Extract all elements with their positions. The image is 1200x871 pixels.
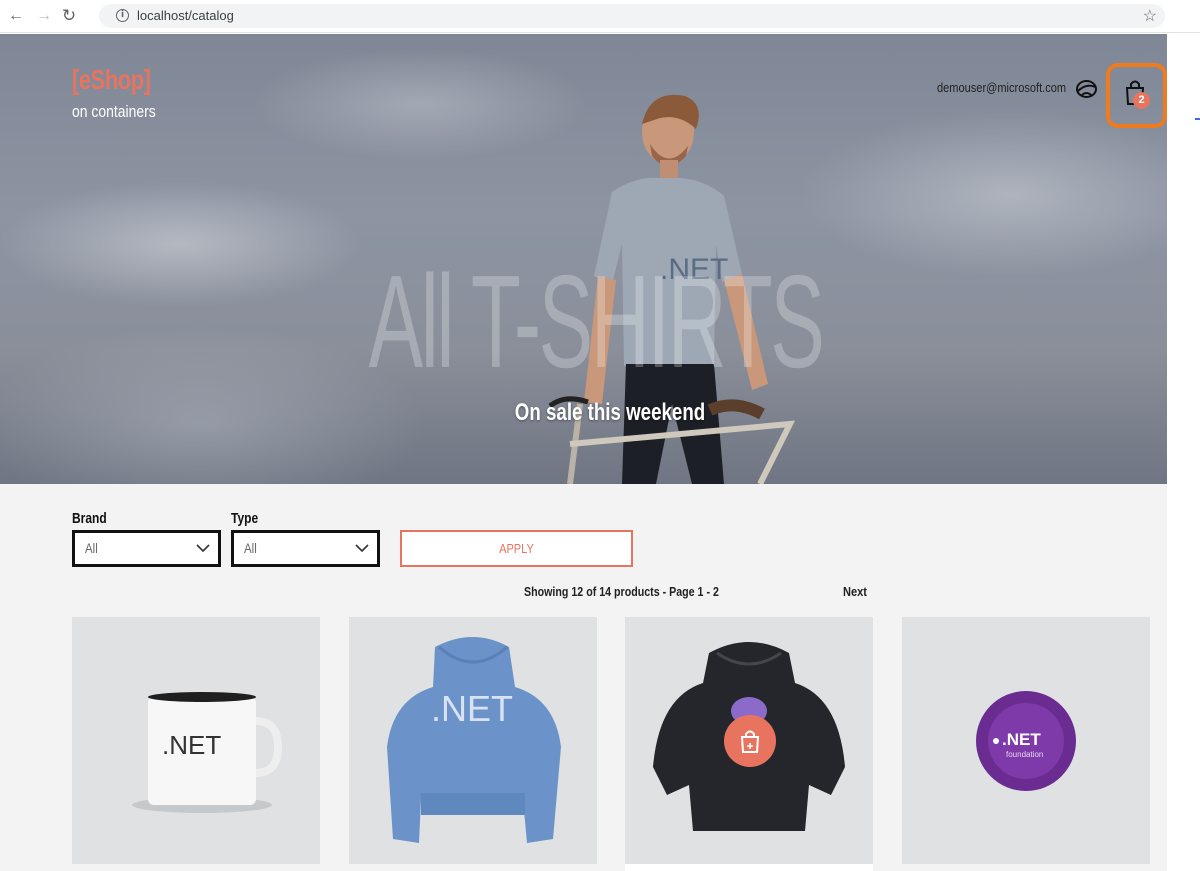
- apply-button-label: APPLY: [499, 541, 534, 556]
- pagination-next-link[interactable]: Next: [843, 584, 867, 599]
- product-card[interactable]: .NET: [349, 617, 597, 864]
- url-text[interactable]: localhost/catalog: [137, 8, 234, 23]
- back-arrow-icon[interactable]: ←: [5, 5, 27, 27]
- add-to-cart-icon: [740, 730, 760, 753]
- apply-filter-button[interactable]: APPLY: [400, 530, 633, 567]
- bookmark-star-icon[interactable]: ☆: [1143, 6, 1157, 26]
- page-edge-marker: [1195, 118, 1200, 120]
- hero-title: All T-SHIRTS: [368, 248, 825, 395]
- frisbee-subtext: foundation: [1006, 750, 1043, 759]
- chevron-down-icon: [355, 544, 369, 553]
- eshop-logo[interactable]: [eShop]: [72, 64, 151, 96]
- add-to-cart-button[interactable]: [724, 715, 776, 767]
- product-image-blue-hoodie: .NET: [387, 637, 561, 843]
- catalog-section: Brand All Type All APPLY Showing 12 of 1…: [0, 484, 1167, 871]
- brand-filter-select[interactable]: All: [72, 530, 221, 567]
- brand-filter-value: All: [85, 540, 98, 556]
- hoodie-text: .NET: [431, 688, 513, 729]
- cart-count-badge[interactable]: 2: [1133, 92, 1150, 109]
- eshop-logo-subtitle[interactable]: on containers: [72, 102, 156, 122]
- product-card[interactable]: .NET: [72, 617, 320, 864]
- product-card-footer: [625, 864, 873, 871]
- forward-arrow-icon[interactable]: →: [33, 5, 55, 27]
- hero-banner: .NET All T-SHIRTS On sale this weekend […: [0, 34, 1167, 484]
- type-filter-value: All: [244, 540, 257, 556]
- type-filter-select[interactable]: All: [231, 530, 380, 567]
- product-image-mug: .NET: [132, 692, 283, 813]
- mug-text: .NET: [162, 730, 221, 760]
- frisbee-text: .NET: [1002, 730, 1041, 749]
- info-icon[interactable]: i: [116, 9, 129, 22]
- brand-filter-label: Brand: [72, 510, 107, 527]
- product-card[interactable]: .NET foundation: [902, 617, 1150, 864]
- user-email[interactable]: demouser@microsoft.com: [937, 80, 1066, 95]
- type-filter-label: Type: [231, 510, 259, 527]
- user-account-icon[interactable]: [1075, 79, 1098, 99]
- product-card[interactable]: [625, 617, 873, 864]
- product-image-frisbee: .NET foundation: [976, 691, 1076, 791]
- browser-toolbar: ← → ↻ i localhost/catalog ☆: [0, 0, 1200, 33]
- chevron-down-icon: [196, 544, 210, 553]
- hero-subtitle: On sale this weekend: [514, 399, 706, 426]
- reload-icon[interactable]: ↻: [58, 5, 80, 27]
- pagination-summary: Showing 12 of 14 products - Page 1 - 2: [524, 584, 719, 599]
- address-bar[interactable]: i localhost/catalog ☆: [99, 4, 1165, 28]
